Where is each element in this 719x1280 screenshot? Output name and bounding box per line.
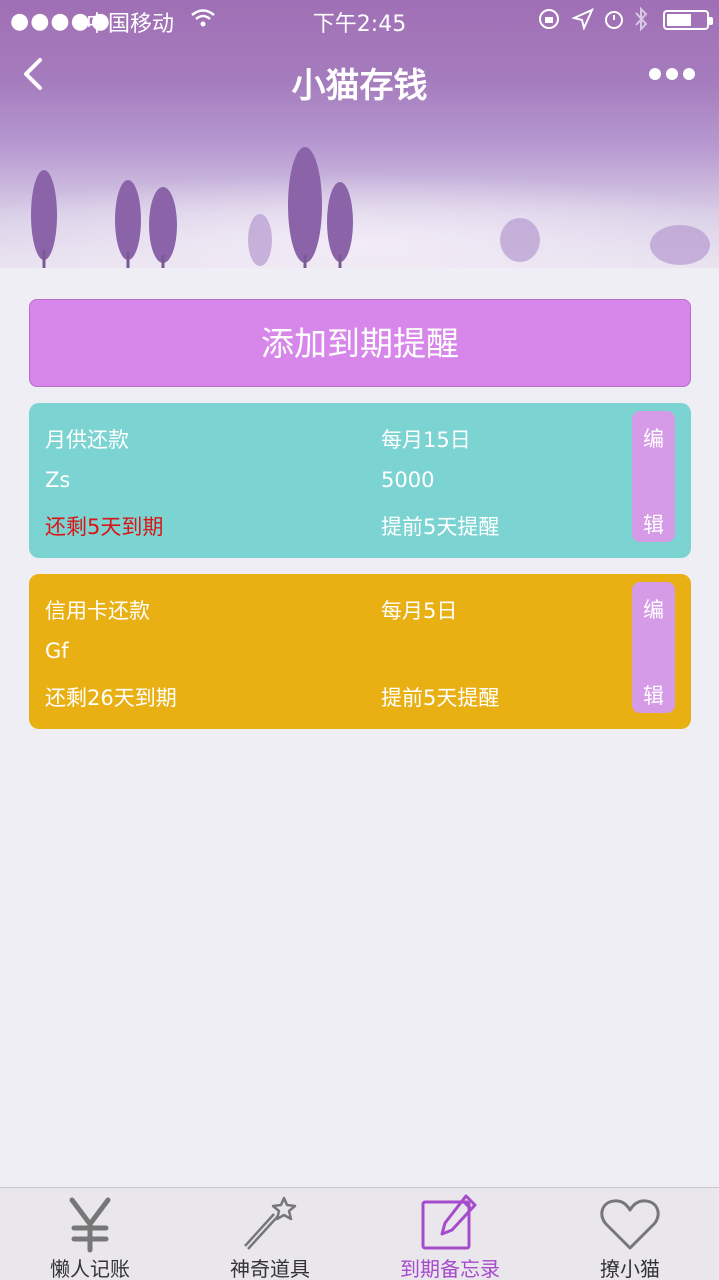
status-bar: ●●●●● 中国移动 下午2:45 <box>0 0 719 40</box>
tab-tease-cat[interactable]: 撩小猫 <box>540 1188 719 1280</box>
reminder-name: 信用卡还款 <box>45 599 150 623</box>
tab-due-memo[interactable]: 到期备忘录 <box>360 1188 540 1280</box>
reminder-days-remaining: 还剩5天到期 <box>45 515 164 539</box>
reminder-advance-notice: 提前5天提醒 <box>381 686 500 710</box>
add-reminder-button[interactable]: 添加到期提醒 <box>29 299 691 387</box>
reminder-due-date: 每月15日 <box>381 428 471 452</box>
yen-icon <box>69 1197 111 1253</box>
reminder-name: 月供还款 <box>45 428 129 452</box>
battery-icon <box>663 10 713 30</box>
edit-label-top: 编 <box>643 427 664 451</box>
bluetooth-icon <box>635 6 648 32</box>
more-menu-icon[interactable] <box>649 62 695 82</box>
location-arrow-icon <box>572 8 594 30</box>
edit-label-bottom: 辑 <box>643 684 664 708</box>
magic-wand-icon <box>244 1196 297 1250</box>
reminder-days-remaining: 还剩26天到期 <box>45 686 177 710</box>
reminder-card[interactable]: 信用卡还款 每月5日 Gf 还剩26天到期 提前5天提醒 编 辑 <box>29 574 691 729</box>
reminder-amount: 5000 <box>381 468 435 492</box>
alarm-icon <box>605 11 623 29</box>
tab-magic-tools[interactable]: 神奇道具 <box>180 1188 360 1280</box>
tab-label: 懒人记账 <box>50 1257 130 1280</box>
edit-button[interactable]: 编 辑 <box>632 411 675 542</box>
edit-button[interactable]: 编 辑 <box>632 582 675 713</box>
tab-bookkeeping[interactable]: 懒人记账 <box>0 1188 180 1280</box>
rotation-lock-icon <box>539 9 559 29</box>
tab-label: 到期备忘录 <box>400 1257 500 1280</box>
reminder-note: Zs <box>45 468 71 492</box>
navigation-bar: 小猫存钱 <box>0 40 719 120</box>
page-title: 小猫存钱 <box>291 66 428 106</box>
tab-label: 撩小猫 <box>600 1257 660 1280</box>
header: ●●●●● 中国移动 下午2:45 小猫存钱 <box>0 0 719 268</box>
reminder-due-date: 每月5日 <box>381 599 458 623</box>
tab-bar: 懒人记账 神奇道具 到期备忘录 撩小猫 <box>0 1187 719 1280</box>
edit-label-bottom: 辑 <box>643 513 664 537</box>
tab-label: 神奇道具 <box>230 1257 310 1280</box>
reminder-advance-notice: 提前5天提醒 <box>381 515 500 539</box>
reminder-card[interactable]: 月供还款 每月15日 Zs 5000 还剩5天到期 提前5天提醒 编 辑 <box>29 403 691 558</box>
edit-memo-icon <box>421 1194 477 1250</box>
edit-label-top: 编 <box>643 598 664 622</box>
heart-icon <box>600 1199 660 1250</box>
reminder-note: Gf <box>45 639 69 663</box>
